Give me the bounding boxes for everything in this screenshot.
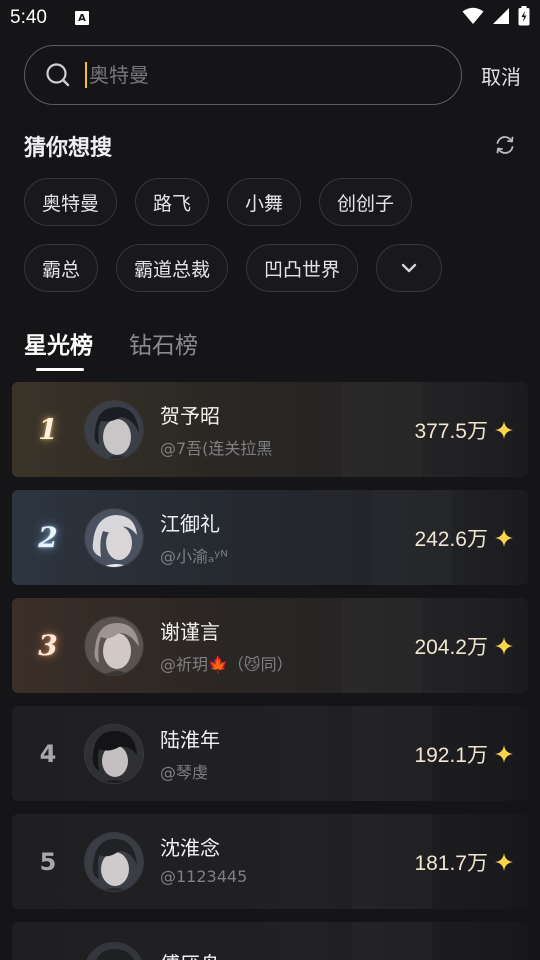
score-value: 377.5万 [414, 419, 488, 443]
rank-number: 1 [38, 413, 58, 446]
tab-diamond-ranking[interactable]: 钻石榜 [129, 326, 198, 360]
search-row: 取消 [24, 45, 526, 105]
rank-number: 2 [38, 521, 58, 554]
accessibility-notification-icon: A [74, 11, 89, 25]
user-info: 沈淮念 @1123445 [160, 832, 247, 886]
sparkle-star-icon [495, 528, 513, 547]
character-name: 陆淮年 [160, 728, 220, 752]
status-bar: 5:40 A [0, 0, 540, 36]
avatar[interactable] [84, 615, 144, 676]
rank-number: 5 [39, 847, 57, 876]
ranking-item[interactable]: 2 江御礼 @小渝ₐʸᴺ 242.6万 [12, 490, 528, 585]
sparkle-star-icon [495, 636, 513, 655]
avatar-image [85, 616, 143, 675]
suggestion-chip[interactable]: 小舞 [227, 178, 302, 226]
ranking-item[interactable]: 4 陆淮年 @琴虔 192.1万 [12, 706, 528, 801]
avatar[interactable] [84, 831, 144, 892]
sparkle-star-icon [495, 744, 513, 763]
character-name: 江御礼 [160, 512, 220, 536]
suggestions-title: 猜你想搜 [24, 136, 113, 161]
card-shading [352, 922, 432, 960]
user-handle: @小渝ₐʸᴺ [160, 547, 228, 566]
score: 377.5万 [414, 415, 514, 445]
avatar[interactable] [84, 399, 144, 460]
ranking-item[interactable]: 1 贺予昭 @7吾(连关拉黑 377.5万 [12, 382, 528, 477]
suggestion-chip[interactable]: 霸道总裁 [116, 244, 229, 292]
score-value: 242.6万 [414, 527, 488, 551]
avatar-image [85, 724, 143, 783]
chevron-down-icon [401, 263, 417, 273]
character-name: 傅厌舟 [160, 948, 220, 960]
card-shading [342, 598, 422, 693]
ranking-tabs: 星光榜 钻石榜 [24, 326, 198, 371]
suggestion-chips-row-2: 霸总 霸道总裁 凹凸世界 [24, 244, 443, 292]
avatar-image [85, 508, 143, 567]
tab-label: 星光榜 [24, 333, 93, 359]
ranking-list: 1 贺予昭 @7吾(连关拉黑 377.5万 2 江御礼 @小渝ₐʸᴺ 242.6… [12, 382, 528, 960]
rank-number: 4 [39, 739, 57, 768]
suggestion-chip[interactable]: 路飞 [135, 178, 210, 226]
suggestion-chips-row-1: 奥特曼 路飞 小舞 创创子 [24, 178, 413, 226]
cancel-button[interactable]: 取消 [481, 61, 521, 90]
score: 192.1万 [414, 739, 514, 769]
sparkle-star-icon [495, 420, 513, 439]
search-icon [46, 63, 70, 87]
user-info: 谢谨言 @祈玥🍁（😼同） [160, 616, 293, 675]
avatar-image [85, 832, 143, 891]
character-name: 贺予昭 [160, 404, 220, 428]
status-time: 5:40 [10, 7, 47, 28]
avatar-image [85, 400, 143, 459]
cellular-signal-icon [493, 8, 509, 24]
avatar[interactable] [84, 507, 144, 568]
tab-label: 钻石榜 [129, 333, 198, 359]
user-info: 贺予昭 @7吾(连关拉黑 [160, 400, 272, 459]
suggestion-chip[interactable]: 创创子 [319, 178, 413, 226]
expand-suggestions-button[interactable] [376, 244, 443, 292]
suggestion-chip[interactable]: 奥特曼 [24, 178, 118, 226]
score: 204.2万 [414, 631, 514, 661]
suggestion-chip[interactable]: 霸总 [24, 244, 99, 292]
ranking-item[interactable]: 5 沈淮念 @1123445 181.7万 [12, 814, 528, 909]
search-box[interactable] [24, 45, 462, 105]
avatar[interactable] [84, 723, 144, 784]
score: 181.7万 [414, 847, 514, 877]
active-tab-indicator [36, 368, 84, 371]
user-handle: @琴虔 [160, 763, 209, 782]
search-input[interactable] [85, 62, 405, 88]
refresh-icon[interactable] [494, 134, 516, 156]
wifi-icon [462, 7, 484, 24]
score-value: 204.2万 [414, 635, 488, 659]
user-info: 傅厌舟 [160, 948, 220, 960]
user-handle: @祈玥🍁（😼同） [160, 655, 293, 674]
character-name: 谢谨言 [160, 620, 220, 644]
sparkle-star-icon [495, 852, 513, 871]
score: 242.6万 [414, 523, 514, 553]
character-name: 沈淮念 [160, 836, 220, 860]
score-value: 181.7万 [414, 851, 488, 875]
user-info: 江御礼 @小渝ₐʸᴺ [160, 508, 228, 567]
avatar-image [85, 943, 143, 960]
ranking-item[interactable]: 3 谢谨言 @祈玥🍁（😼同） 204.2万 [12, 598, 528, 693]
card-shading [342, 382, 422, 477]
tab-star-ranking[interactable]: 星光榜 [24, 326, 93, 371]
rank-number: 3 [38, 629, 58, 662]
avatar[interactable] [84, 942, 144, 960]
suggestion-chip[interactable]: 凹凸世界 [246, 244, 359, 292]
ranking-item[interactable]: 傅厌舟 [12, 922, 528, 960]
user-info: 陆淮年 @琴虔 [160, 724, 220, 783]
user-handle: @7吾(连关拉黑 [160, 439, 273, 458]
battery-icon [518, 6, 530, 26]
user-handle: @1123445 [160, 867, 248, 886]
score-value: 192.1万 [414, 743, 488, 767]
